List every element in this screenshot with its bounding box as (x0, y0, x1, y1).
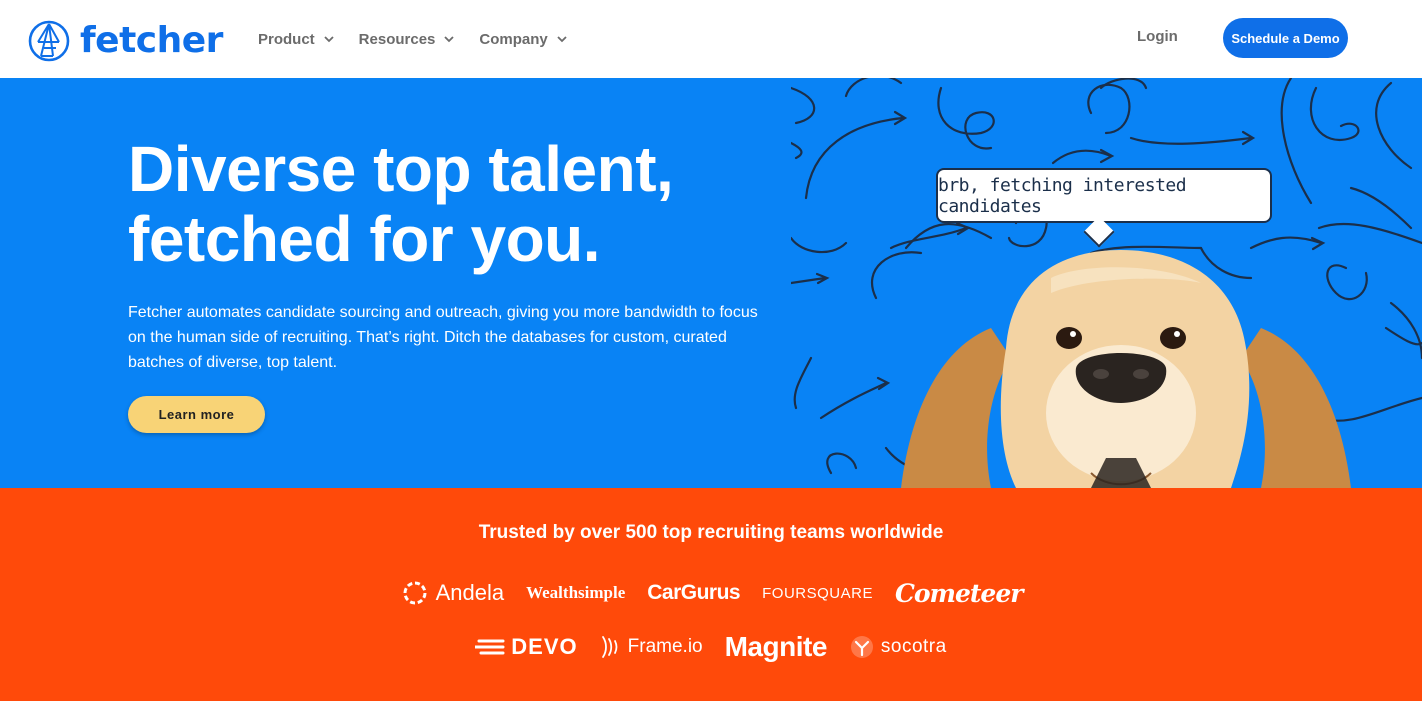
socotra-text: socotra (880, 636, 947, 657)
andela-mark-icon (403, 581, 427, 605)
frameio-text: Frame.io (627, 636, 703, 657)
nav-product[interactable]: Product (258, 31, 335, 48)
hero-title: Diverse top talent, fetched for you. (128, 134, 768, 274)
chevron-down-icon (444, 36, 455, 43)
nav-company[interactable]: Company (479, 31, 567, 48)
hero-illustration: brb, fetching interested candidates (791, 78, 1422, 488)
hero-title-line-2: fetched for you. (128, 203, 601, 275)
trusted-title: Trusted by over 500 top recruiting teams… (478, 522, 944, 543)
site-header: fetcher Product Resources Company Login … (0, 0, 1422, 78)
chevron-down-icon (324, 36, 334, 43)
cometeer-text: Cometeer (894, 578, 1023, 608)
fetcher-logo[interactable]: fetcher (28, 20, 223, 62)
cometeer-logo: Cometeer (894, 578, 1023, 608)
hero-title-line-1: Diverse top talent, (128, 133, 674, 205)
hero-section: Diverse top talent, fetched for you. Fet… (0, 78, 1422, 488)
hero-description: Fetcher automates candidate sourcing and… (128, 304, 758, 371)
wealthsimple-text: Wealthsimple (526, 583, 626, 602)
cargurus-logo: CarGurus (647, 581, 740, 605)
andela-text: Andela (435, 580, 505, 605)
magnite-text: Magnite (724, 631, 828, 662)
nav-product-label: Product (258, 30, 315, 48)
logo-wordmark: fetcher (80, 20, 223, 61)
devo-text: DEVO (511, 634, 578, 659)
andela-logo: Andela (400, 578, 505, 608)
learn-more-button[interactable]: Learn more (128, 396, 265, 433)
devo-logo: DEVO (475, 634, 577, 660)
customer-logos-row-2: DEVO Frame.io Magnite socotra (0, 631, 1422, 663)
nav-company-label: Company (479, 30, 548, 48)
socotra-logo: socotra (849, 634, 947, 660)
frameio-waves-icon (601, 636, 618, 658)
socotra-mark-icon (850, 636, 873, 658)
nav-resources-label: Resources (358, 30, 436, 48)
chevron-down-icon (557, 36, 567, 43)
fetcher-logo-icon (28, 20, 70, 62)
dog-illustration (901, 250, 1351, 488)
login-link[interactable]: Login (1137, 28, 1178, 45)
main-nav: Product Resources Company (258, 0, 568, 78)
hero-copy: Diverse top talent, fetched for you. Fet… (128, 134, 768, 375)
customer-logos-row-1: Andela Wealthsimple CarGurus FOURSQUARE … (0, 578, 1422, 608)
wealthsimple-logo: Wealthsimple (526, 583, 625, 603)
foursquare-logo: FOURSQUARE (762, 585, 873, 602)
trusted-section: Trusted by over 500 top recruiting teams… (0, 488, 1422, 701)
nav-resources[interactable]: Resources (359, 31, 456, 48)
schedule-demo-button[interactable]: Schedule a Demo (1223, 18, 1348, 58)
magnite-logo: Magnite (724, 631, 828, 663)
frameio-logo: Frame.io (600, 635, 703, 659)
cargurus-text: CarGurus (647, 581, 741, 604)
devo-speed-lines-icon (475, 639, 505, 655)
foursquare-text: FOURSQUARE (762, 584, 873, 602)
